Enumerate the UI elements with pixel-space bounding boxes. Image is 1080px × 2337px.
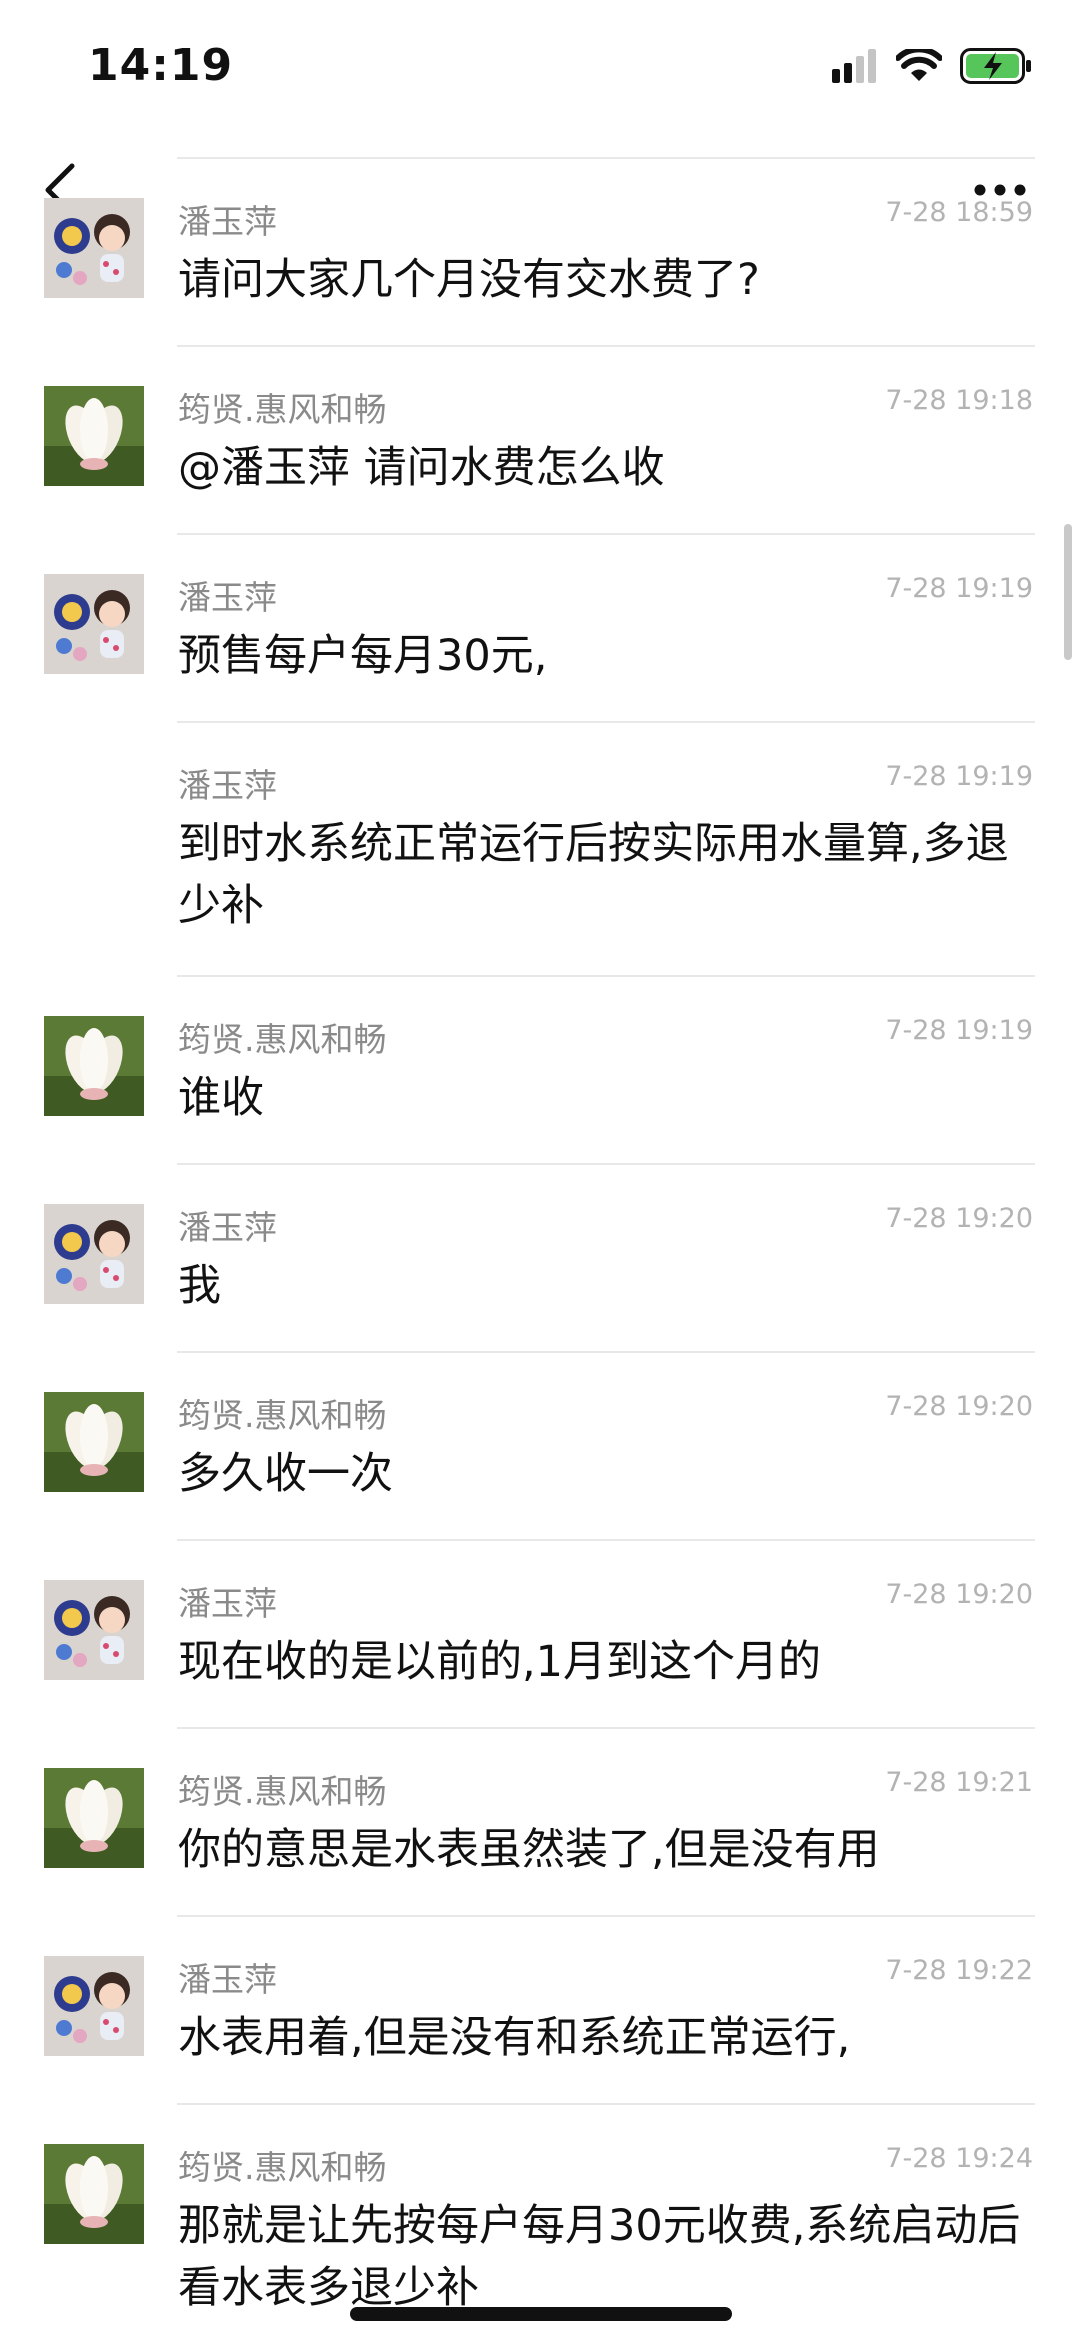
message-text: 那就是让先按每户每月30元收费,系统启动后看水表多退少补 <box>178 2201 1021 2313</box>
message-time: 7-28 19:22 <box>885 1955 1033 1986</box>
message-text: 多久收一次 <box>178 1449 393 1499</box>
message-time: 7-28 19:20 <box>885 1391 1033 1422</box>
girl-cartoon-avatar[interactable] <box>44 1956 144 2056</box>
divider <box>177 1915 1035 1917</box>
message-time: 7-28 19:20 <box>885 1579 1033 1610</box>
message-time: 7-28 19:24 <box>885 2143 1033 2174</box>
magnolia-flower-avatar[interactable] <box>44 1768 144 1868</box>
sender-name: 潘玉萍 <box>178 766 277 805</box>
divider <box>177 345 1035 347</box>
magnolia-flower-avatar[interactable] <box>44 1016 144 1116</box>
divider <box>177 1539 1035 1541</box>
sender-name: 潘玉萍 <box>178 1584 277 1623</box>
magnolia-flower-avatar[interactable] <box>44 386 144 486</box>
wifi-icon <box>896 49 942 81</box>
message-text: 请问大家几个月没有交水费了? <box>178 255 760 305</box>
message-time: 7-28 18:59 <box>885 197 1033 228</box>
message-text: 预售每户每月30元, <box>178 631 548 681</box>
divider <box>177 975 1035 977</box>
message-time: 7-28 19:19 <box>885 761 1033 792</box>
sender-name: 筠贤.惠风和畅 <box>178 1396 387 1435</box>
sender-name: 筠贤.惠风和畅 <box>178 1772 387 1811</box>
sender-name: 潘玉萍 <box>178 1960 277 1999</box>
girl-cartoon-avatar[interactable] <box>44 198 144 298</box>
divider <box>177 1163 1035 1165</box>
status-time: 14:19 <box>88 40 234 91</box>
message-text: 水表用着,但是没有和系统正常运行, <box>178 2013 851 2063</box>
message-text: 到时水系统正常运行后按实际用水量算,多退少补 <box>178 819 1009 931</box>
message-time: 7-28 19:18 <box>885 385 1033 416</box>
girl-cartoon-avatar[interactable] <box>44 1204 144 1304</box>
message-text: 我 <box>178 1261 221 1311</box>
status-icons <box>832 48 1032 84</box>
divider <box>177 2103 1035 2105</box>
sender-name: 潘玉萍 <box>178 1208 277 1247</box>
divider <box>177 533 1035 535</box>
scroll-indicator[interactable] <box>1064 524 1072 660</box>
girl-cartoon-avatar[interactable] <box>44 574 144 674</box>
divider <box>177 721 1035 723</box>
message-time: 7-28 19:19 <box>885 1015 1033 1046</box>
sender-name: 潘玉萍 <box>178 202 277 241</box>
message-text: @潘玉萍 请问水费怎么收 <box>178 443 665 493</box>
sender-name: 筠贤.惠风和畅 <box>178 1020 387 1059</box>
message-text: 现在收的是以前的,1月到这个月的 <box>178 1637 822 1687</box>
divider <box>177 1727 1035 1729</box>
sender-name: 潘玉萍 <box>178 578 277 617</box>
message-time: 7-28 19:20 <box>885 1203 1033 1234</box>
sender-name: 筠贤.惠风和畅 <box>178 390 387 429</box>
divider <box>177 1351 1035 1353</box>
message-time: 7-28 19:21 <box>885 1767 1033 1798</box>
message-text: 谁收 <box>178 1073 264 1123</box>
signal-icon <box>832 49 876 83</box>
divider <box>177 157 1035 159</box>
battery-charging-icon <box>960 48 1031 84</box>
message-text: 你的意思是水表虽然装了,但是没有用 <box>178 1825 880 1875</box>
status-bar: 14:19 <box>0 0 1080 140</box>
magnolia-flower-avatar[interactable] <box>44 2144 144 2244</box>
girl-cartoon-avatar[interactable] <box>44 1580 144 1680</box>
message-time: 7-28 19:19 <box>885 573 1033 604</box>
magnolia-flower-avatar[interactable] <box>44 1392 144 1492</box>
sender-name: 筠贤.惠风和畅 <box>178 2148 387 2187</box>
home-indicator[interactable] <box>350 2307 732 2321</box>
